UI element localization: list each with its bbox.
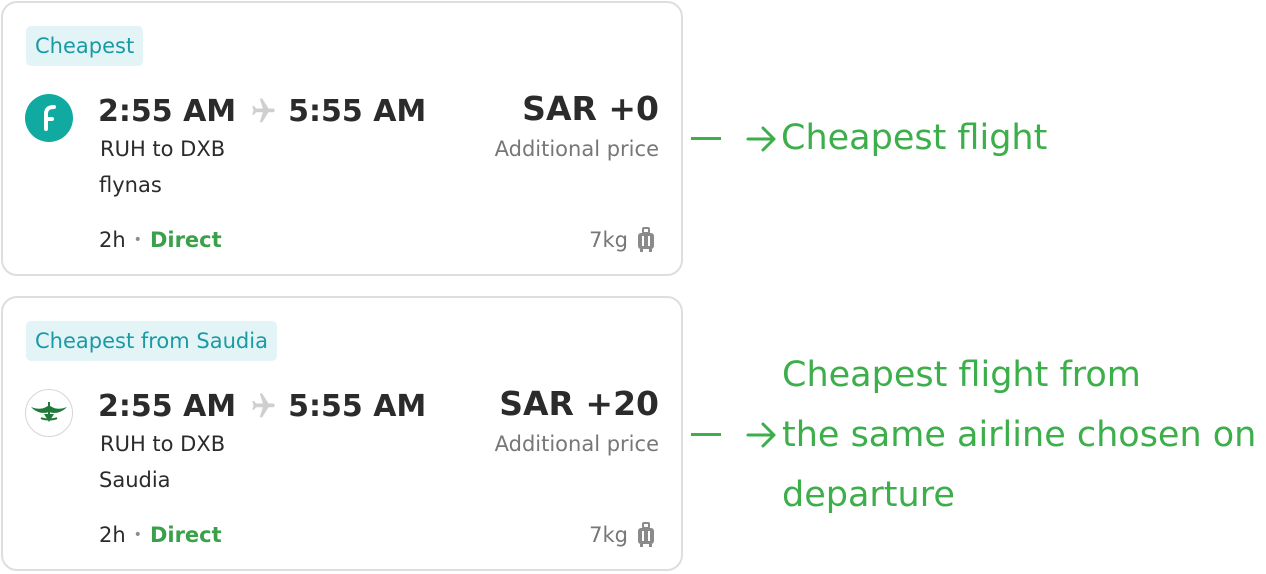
annotation-same-airline-line-2: the same airline chosen on: [782, 415, 1257, 455]
price-text: SAR +0: [522, 89, 659, 128]
airline-name: Saudia: [99, 468, 171, 492]
departure-time: 2:55 AM: [98, 388, 237, 424]
plane-icon: [252, 393, 275, 418]
cheapest-badge: Cheapest: [26, 26, 144, 66]
stops-text: Direct: [149, 523, 222, 547]
route-text: RUH to DXB: [100, 137, 226, 161]
baggage-info: 7kg: [589, 227, 655, 253]
duration-text: 2h: [99, 228, 126, 252]
saudia-logo: [25, 389, 73, 437]
price-note: Additional price: [494, 432, 659, 456]
luggage-icon: [638, 522, 654, 547]
price-note: Additional price: [494, 137, 659, 161]
stops-text: Direct: [149, 228, 222, 252]
flight-meta: 2h • Direct: [99, 228, 222, 252]
flight-card-cheapest[interactable]: Cheapest 2:55 AM 5:55 AM RUH to DXB flyn…: [1, 1, 683, 276]
airline-name: flynas: [99, 173, 162, 197]
route-text: RUH to DXB: [100, 432, 226, 456]
cheapest-airline-badge: Cheapest from Saudia: [26, 321, 277, 361]
baggage-info: 7kg: [589, 522, 655, 548]
price-text: SAR +20: [499, 384, 659, 423]
baggage-weight: 7kg: [589, 228, 628, 252]
annotation-cheapest-flight: Cheapest flight: [781, 118, 1048, 158]
separator-dot: •: [133, 232, 142, 248]
duration-text: 2h: [99, 523, 126, 547]
arrival-time: 5:55 AM: [288, 93, 427, 129]
flight-meta: 2h • Direct: [99, 523, 222, 547]
plane-icon: [252, 98, 275, 123]
separator-dot: •: [133, 527, 142, 543]
flight-card-cheapest-saudia[interactable]: Cheapest from Saudia 2:55 AM 5:55 AM RUH…: [1, 296, 683, 571]
flight-times: 2:55 AM 5:55 AM: [98, 384, 426, 428]
flynas-logo: [25, 94, 73, 142]
baggage-weight: 7kg: [589, 523, 628, 547]
departure-time: 2:55 AM: [98, 93, 237, 129]
annotation-same-airline-line-3: departure: [782, 475, 955, 515]
annotation-dash: [691, 433, 721, 436]
arrow-right-icon: [746, 422, 776, 448]
annotation-dash: [691, 137, 721, 140]
flight-times: 2:55 AM 5:55 AM: [98, 89, 426, 133]
arrow-right-icon: [746, 126, 776, 152]
annotation-same-airline-line-1: Cheapest flight from: [782, 355, 1141, 395]
luggage-icon: [638, 227, 654, 252]
arrival-time: 5:55 AM: [288, 388, 427, 424]
